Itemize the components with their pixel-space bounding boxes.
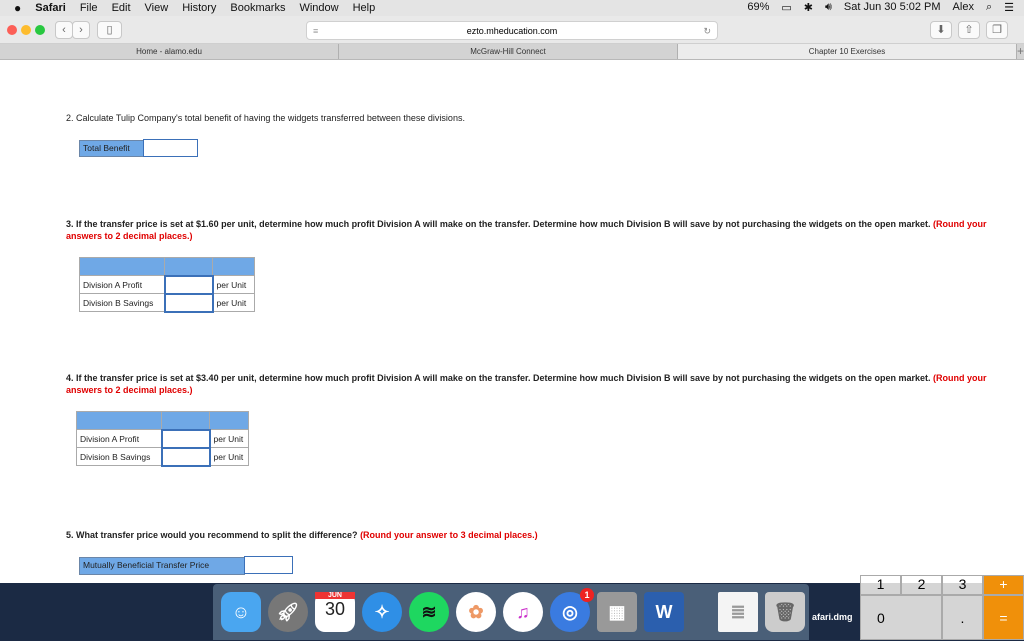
network-app-icon[interactable]: ◎ 1 — [550, 588, 594, 632]
menu-file[interactable]: File — [80, 2, 98, 14]
table-row: Division A Profit per Unit — [79, 274, 255, 295]
calc-key-decimal[interactable]: . — [942, 595, 983, 640]
tabs-overview-icon[interactable]: ❐ — [986, 21, 1008, 39]
apple-menu-icon[interactable]: ● — [14, 1, 21, 15]
calc-key-equals[interactable]: = — [983, 595, 1024, 640]
battery-icon[interactable]: ▭ — [781, 1, 791, 14]
url-text: ezto.mheducation.com — [466, 26, 558, 36]
desktop-file-label[interactable]: afari.dmg — [812, 612, 853, 622]
close-window-button[interactable] — [7, 25, 17, 35]
table-row: Division A Profit per Unit — [76, 428, 249, 449]
question-3-text: 3. If the transfer price is set at $1.60… — [66, 219, 987, 241]
calc-key-2[interactable]: 2 — [901, 575, 942, 595]
menu-history[interactable]: History — [182, 2, 216, 14]
reload-icon[interactable]: ↻ — [703, 22, 711, 40]
total-benefit-input[interactable] — [143, 139, 198, 157]
division-a-profit-input[interactable] — [163, 274, 214, 295]
back-button[interactable]: ‹ — [55, 21, 73, 39]
itunes-icon[interactable]: ♫ — [503, 592, 543, 632]
question-3-table: Division A Profit per Unit Division B Sav… — [79, 257, 255, 313]
new-tab-button[interactable]: + — [1017, 44, 1024, 59]
menu-safari[interactable]: Safari — [35, 2, 66, 14]
download-icon[interactable]: ⬇ — [930, 21, 952, 39]
total-benefit-label: Total Benefit — [79, 140, 144, 157]
rounding-note: (Round your answer to 3 decimal places.) — [360, 530, 538, 540]
menu-view[interactable]: View — [145, 2, 169, 14]
unit-label: per Unit — [212, 293, 255, 312]
trash-icon[interactable]: 🗑︎ — [765, 592, 805, 632]
transfer-price-label: Mutually Beneficial Transfer Price — [79, 557, 245, 575]
unit-label: per Unit — [212, 275, 255, 294]
division-a-profit-input[interactable] — [160, 428, 211, 449]
table-row: Division B Savings per Unit — [79, 292, 255, 313]
row-label: Division B Savings — [76, 447, 162, 466]
tab-mcgraw-hill-connect[interactable]: McGraw-Hill Connect — [339, 44, 678, 59]
table-row: Division B Savings per Unit — [76, 446, 249, 467]
menu-bookmarks[interactable]: Bookmarks — [230, 2, 285, 14]
tab-home-alamo[interactable]: Home - alamo.edu — [0, 44, 339, 59]
calculator-window: 1 2 3 + 0 . = — [860, 575, 1024, 640]
menu-help[interactable]: Help — [353, 2, 376, 14]
reader-icon[interactable]: ≡ — [313, 22, 318, 40]
tab-chapter-10-exercises[interactable]: Chapter 10 Exercises — [678, 44, 1017, 59]
word-icon[interactable]: W — [644, 592, 684, 632]
transfer-price-input[interactable] — [244, 556, 293, 574]
spotlight-search-icon[interactable]: ⌕ — [986, 1, 992, 14]
calc-key-3[interactable]: 3 — [942, 575, 983, 595]
division-b-savings-input[interactable] — [163, 292, 214, 313]
clock[interactable]: Sat Jun 30 5:02 PM — [844, 1, 941, 14]
bluetooth-icon[interactable]: ✱ — [804, 1, 813, 14]
minimize-window-button[interactable] — [21, 25, 31, 35]
share-icon[interactable]: ⇧ — [958, 21, 980, 39]
dock: ☺ 🚀︎ JUN 30 ✧ ≋ ✿ ♫ ◎ 1 ▦ W ≣ 🗑︎ — [213, 584, 809, 640]
sidebar-icon[interactable]: ▯ — [97, 21, 122, 39]
forward-button[interactable]: › — [72, 21, 90, 39]
tab-bar: Home - alamo.edu McGraw-Hill Connect Cha… — [0, 44, 1024, 60]
calendar-icon[interactable]: JUN 30 — [315, 592, 355, 632]
notification-badge: 1 — [580, 588, 594, 602]
question-4-table: Division A Profit per Unit Division B Sav… — [76, 411, 249, 467]
launchpad-icon[interactable]: 🚀︎ — [268, 592, 308, 632]
unit-label: per Unit — [209, 429, 249, 448]
question-2-text: 2. Calculate Tulip Company's total benef… — [66, 113, 465, 123]
notification-center-icon[interactable]: ☰ — [1004, 1, 1014, 14]
zoom-window-button[interactable] — [35, 25, 45, 35]
row-label: Division A Profit — [76, 429, 162, 448]
calc-key-0[interactable]: 0 — [860, 595, 942, 640]
division-b-savings-input[interactable] — [160, 446, 211, 467]
calculator-app-icon[interactable]: ▦ — [597, 592, 637, 632]
finder-icon[interactable]: ☺ — [221, 592, 261, 632]
row-label: Division B Savings — [79, 293, 165, 312]
calendar-month: JUN — [315, 592, 355, 599]
volume-icon[interactable]: 🔊︎ — [825, 1, 832, 14]
calendar-day: 30 — [324, 599, 346, 619]
user-name[interactable]: Alex — [953, 1, 974, 14]
row-label: Division A Profit — [79, 275, 165, 294]
spotify-icon[interactable]: ≋ — [409, 592, 449, 632]
page-content: 2. Calculate Tulip Company's total benef… — [0, 60, 1024, 583]
menu-edit[interactable]: Edit — [112, 2, 131, 14]
unit-label: per Unit — [209, 447, 249, 466]
question-5-text: 5. What transfer price would you recomme… — [66, 530, 538, 540]
question-4-text: 4. If the transfer price is set at $3.40… — [66, 373, 987, 395]
safari-icon[interactable]: ✧ — [362, 592, 402, 632]
address-bar[interactable]: ≡ ezto.mheducation.com ↻ — [306, 21, 718, 40]
menu-bar: ● Safari File Edit View History Bookmark… — [0, 0, 1024, 16]
calc-key-plus[interactable]: + — [983, 575, 1024, 595]
browser-toolbar: ‹ › ▯ ≡ ezto.mheducation.com ↻ ⬇ ⇧ ❐ — [0, 16, 1024, 44]
document-icon[interactable]: ≣ — [718, 592, 758, 632]
photos-icon[interactable]: ✿ — [456, 592, 496, 632]
menu-window[interactable]: Window — [299, 2, 338, 14]
battery-percent[interactable]: 69% — [747, 1, 769, 14]
calc-key-1[interactable]: 1 — [860, 575, 901, 595]
